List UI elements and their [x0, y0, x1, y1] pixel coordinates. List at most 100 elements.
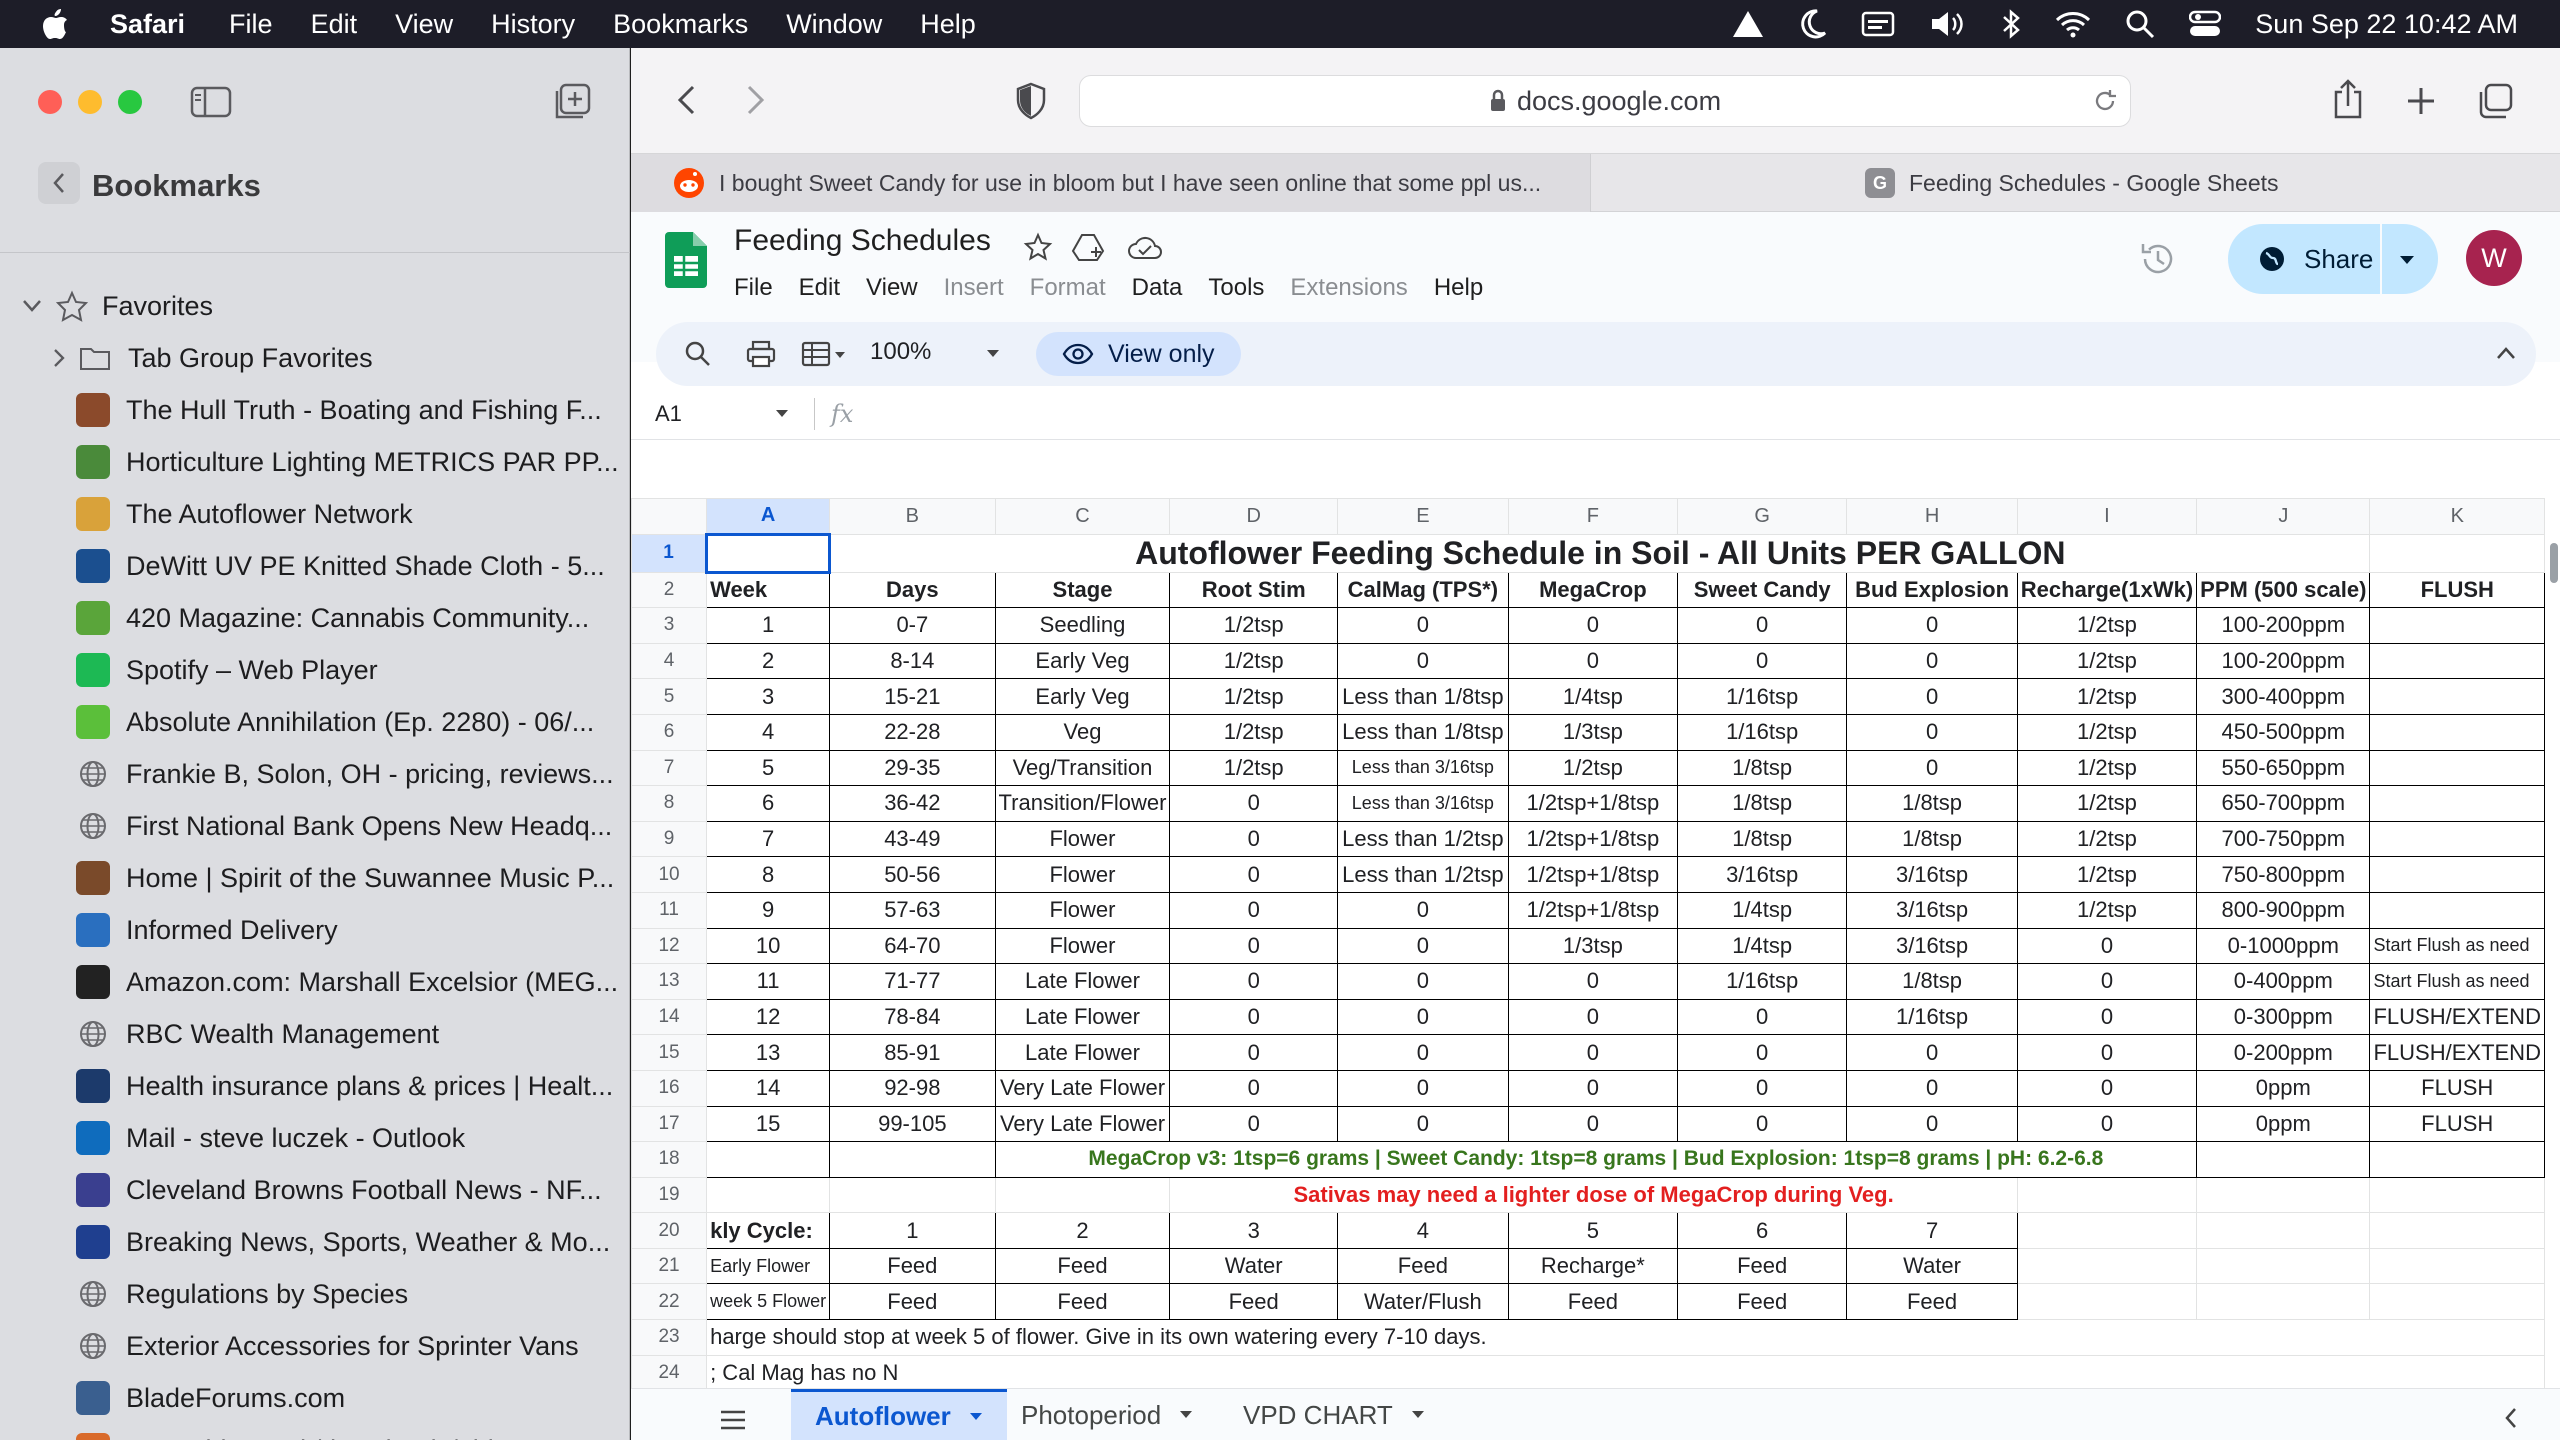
sheets-menu-help[interactable]: Help — [1434, 274, 1483, 302]
column-header[interactable]: B — [829, 498, 996, 535]
reload-icon[interactable] — [2092, 88, 2118, 114]
header-cell[interactable]: Sweet Candy — [1676, 571, 1848, 609]
data-cell[interactable]: 0 — [2016, 998, 2198, 1036]
data-cell[interactable]: 800-900ppm — [2196, 891, 2371, 929]
moon-icon[interactable] — [1799, 9, 1827, 39]
data-cell[interactable]: 0-300ppm — [2196, 998, 2371, 1036]
sheets-menu-tools[interactable]: Tools — [1208, 274, 1264, 302]
data-cell[interactable]: 0ppm — [2196, 1069, 2371, 1107]
data-cell[interactable]: 100-200ppm — [2196, 607, 2371, 644]
wifi-icon[interactable] — [2055, 10, 2091, 38]
data-cell[interactable]: 750-800ppm — [2196, 856, 2371, 893]
data-cell[interactable]: Less than 1/8tsp — [1336, 678, 1509, 715]
vertical-scrollbar[interactable] — [2547, 498, 2560, 1398]
header-cell[interactable]: MegaCrop — [1507, 571, 1678, 609]
data-cell[interactable]: 0 — [1676, 642, 1848, 680]
cycle-cell[interactable]: Recharge* — [1507, 1247, 1678, 1285]
data-cell[interactable]: Late Flower — [994, 1034, 1171, 1071]
data-cell[interactable]: 1/4tsp — [1507, 678, 1678, 715]
data-cell[interactable]: 3/16tsp — [1846, 856, 2018, 893]
bookmark-item[interactable]: Informed Delivery — [0, 904, 630, 956]
data-cell[interactable]: 12 — [706, 998, 831, 1036]
row-header[interactable]: 22 — [631, 1283, 708, 1321]
data-cell[interactable]: 0 — [1846, 1105, 2018, 1143]
caret-down-icon[interactable] — [1411, 1410, 1425, 1420]
bookmark-item[interactable]: Mail - steve luczek - Outlook — [0, 1112, 630, 1164]
forward-icon[interactable] — [745, 84, 767, 116]
row-header[interactable]: 19 — [631, 1176, 708, 1214]
bookmark-item[interactable]: www.alde.co.uk/downloads/alde_3020... — [0, 1424, 630, 1440]
name-box-caret-icon[interactable] — [775, 409, 789, 419]
bookmark-item[interactable]: 420 Magazine: Cannabis Community... — [0, 592, 630, 644]
data-cell[interactable]: 0 — [1676, 1105, 1848, 1143]
data-cell[interactable]: Early Veg — [994, 678, 1171, 715]
sheets-logo-icon[interactable] — [665, 232, 707, 288]
bookmark-item[interactable]: Horticulture Lighting METRICS PAR PP... — [0, 436, 630, 488]
data-cell[interactable]: 3/16tsp — [1676, 856, 1848, 893]
data-cell[interactable]: 0 — [1676, 1034, 1848, 1071]
close-window-button[interactable] — [38, 90, 62, 114]
data-cell[interactable]: 1/2tsp — [2016, 820, 2198, 858]
data-cell[interactable]: 0 — [1676, 998, 1848, 1036]
header-cell[interactable]: Root Stim — [1169, 571, 1338, 609]
row-header[interactable]: 24 — [631, 1354, 708, 1392]
share-button[interactable]: Share — [2228, 224, 2438, 294]
calmag-note[interactable]: ; Cal Mag has no N — [706, 1354, 2545, 1392]
column-header[interactable]: J — [2196, 498, 2371, 535]
caret-down-icon[interactable] — [2398, 254, 2416, 266]
cycle-label[interactable]: kly Cycle: — [706, 1212, 831, 1249]
data-cell[interactable]: Less than 1/8tsp — [1336, 713, 1509, 751]
data-cell[interactable]: 100-200ppm — [2196, 642, 2371, 680]
bookmark-item[interactable]: Exterior Accessories for Sprinter Vans — [0, 1320, 630, 1372]
cycle-row-label[interactable]: Early Flower — [706, 1247, 831, 1285]
row-header[interactable]: 16 — [631, 1069, 708, 1107]
name-box[interactable]: A1 — [655, 401, 682, 427]
search-icon[interactable] — [684, 340, 712, 368]
cycle-cell[interactable]: Feed — [994, 1283, 1171, 1321]
data-cell[interactable]: Early Veg — [994, 642, 1171, 680]
data-cell[interactable]: Seedling — [994, 607, 1171, 644]
bookmark-item[interactable]: DeWitt UV PE Knitted Shade Cloth - 5... — [0, 540, 630, 592]
menu-history[interactable]: History — [491, 9, 575, 40]
data-cell[interactable]: 0ppm — [2196, 1105, 2371, 1143]
header-cell[interactable]: Days — [829, 571, 996, 609]
row-header[interactable]: 2 — [631, 571, 708, 609]
data-cell[interactable]: 0 — [1336, 1105, 1509, 1143]
data-cell[interactable]: 78-84 — [829, 998, 996, 1036]
data-cell[interactable]: Start Flush as need — [2369, 963, 2545, 1000]
data-cell[interactable]: 3/16tsp — [1846, 891, 2018, 929]
sheet-title-cell[interactable]: Autoflower Feeding Schedule in Soil - Al… — [829, 533, 2371, 573]
zoom-window-button[interactable] — [118, 90, 142, 114]
data-cell[interactable]: 1/16tsp — [1676, 713, 1848, 751]
cycle-cell[interactable]: Water — [1169, 1247, 1338, 1285]
scroll-thumb[interactable] — [2549, 543, 2558, 583]
row-header[interactable]: 18 — [631, 1141, 708, 1178]
row-header[interactable]: 13 — [631, 963, 708, 1000]
data-cell[interactable]: 0 — [1169, 891, 1338, 929]
data-cell[interactable]: Late Flower — [994, 998, 1171, 1036]
data-cell[interactable]: 0 — [1507, 607, 1678, 644]
sheets-menu-edit[interactable]: Edit — [799, 274, 840, 302]
data-cell[interactable]: 92-98 — [829, 1069, 996, 1107]
data-cell[interactable]: 0 — [1336, 891, 1509, 929]
cycle-cell[interactable]: Feed — [1336, 1247, 1509, 1285]
back-icon[interactable] — [675, 84, 697, 116]
cell[interactable] — [2016, 1176, 2198, 1214]
caret-down-icon[interactable] — [969, 1412, 983, 1422]
zoom-caret-icon[interactable] — [986, 349, 1000, 359]
cell[interactable] — [2196, 1141, 2371, 1178]
data-cell[interactable]: 1/2tsp — [1169, 749, 1338, 787]
data-cell[interactable]: 0 — [1336, 998, 1509, 1036]
data-cell[interactable]: 10 — [706, 927, 831, 965]
cell[interactable] — [994, 1176, 1171, 1214]
data-cell[interactable] — [2369, 891, 2545, 929]
data-cell[interactable]: 5 — [706, 749, 831, 787]
column-header[interactable]: G — [1676, 498, 1848, 535]
data-cell[interactable]: 0 — [2016, 1105, 2198, 1143]
data-cell[interactable]: 0 — [1169, 856, 1338, 893]
sativa-note[interactable]: Sativas may need a lighter dose of MegaC… — [1169, 1176, 2018, 1214]
data-cell[interactable]: 1/4tsp — [1676, 927, 1848, 965]
data-cell[interactable]: 1/2tsp+1/8tsp — [1507, 820, 1678, 858]
data-cell[interactable]: Very Late Flower — [994, 1069, 1171, 1107]
row-header[interactable]: 7 — [631, 749, 708, 787]
